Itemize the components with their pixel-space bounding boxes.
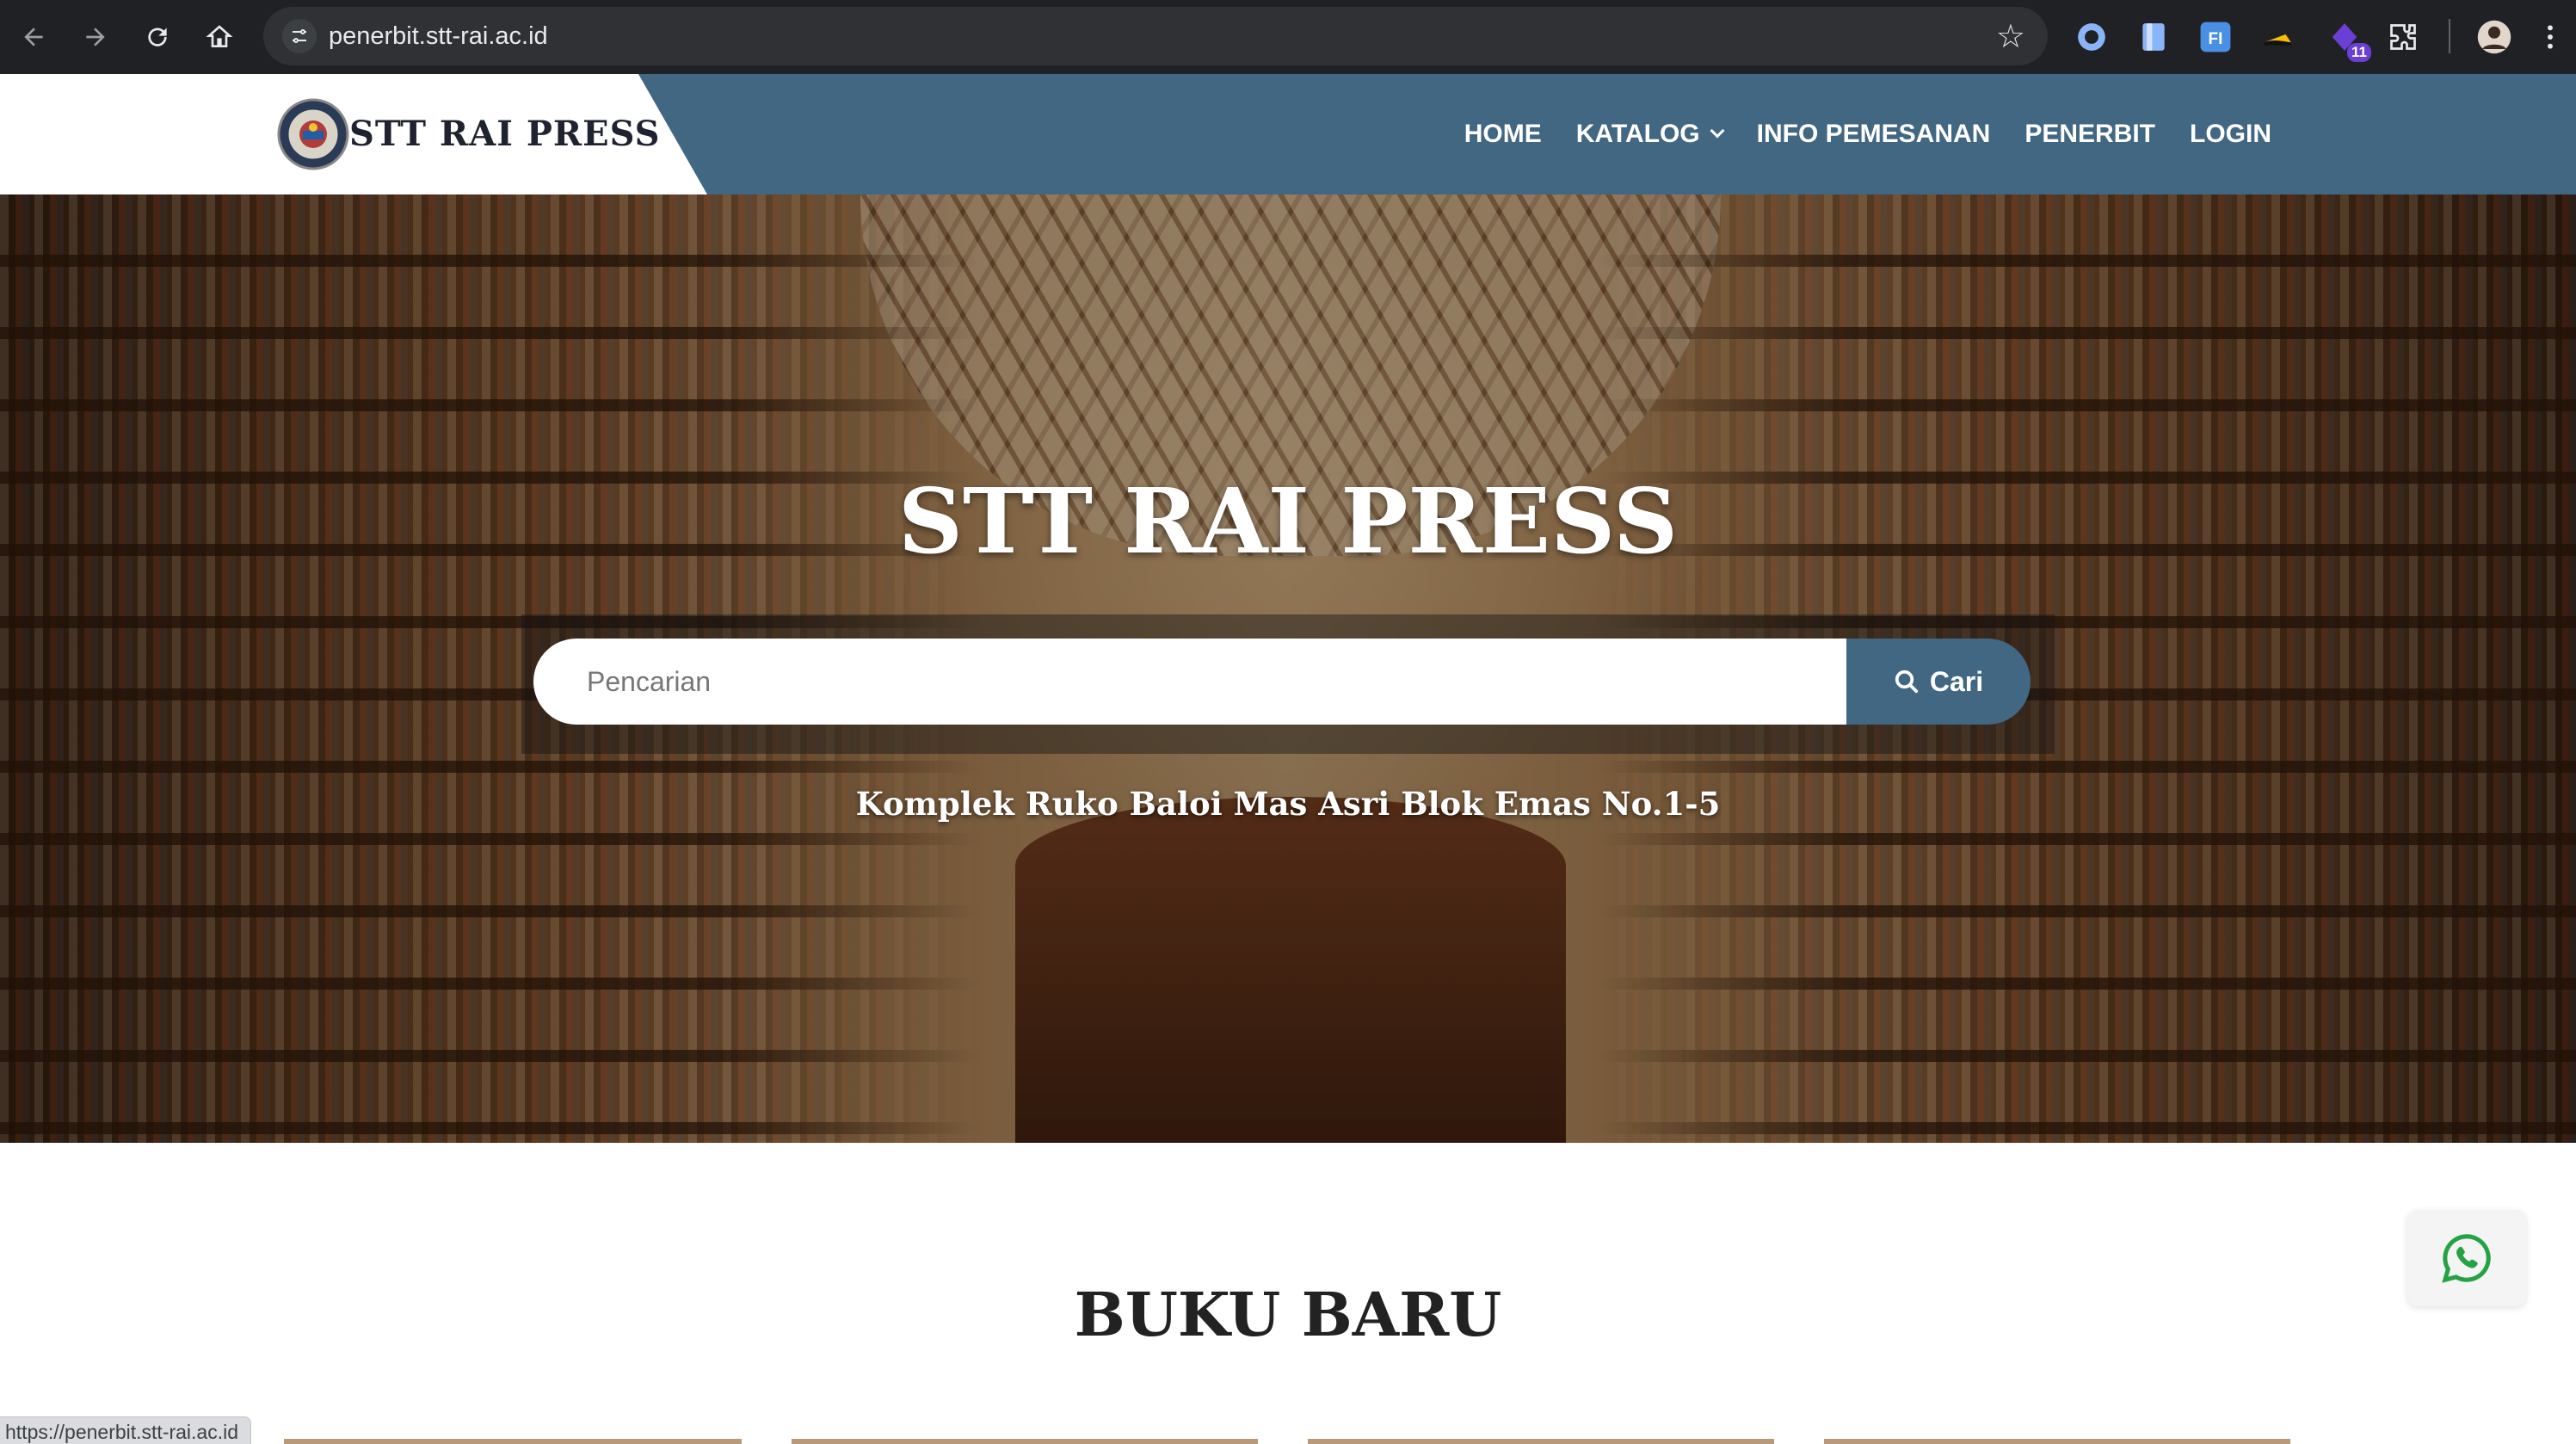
logo-emblem-icon	[277, 98, 349, 170]
document-extension-icon[interactable]	[2134, 17, 2173, 57]
search-button-label: Cari	[1929, 665, 1984, 697]
circle-extension-icon[interactable]	[2072, 17, 2111, 57]
toolbar-separator	[2449, 19, 2450, 53]
hero-title: STT RAI PRESS	[897, 468, 1679, 574]
nav-info-pemesanan[interactable]: INFO PEMESANAN	[1757, 120, 1991, 149]
logo-area[interactable]: STT RAI PRESS	[0, 74, 707, 194]
fi-extension-icon[interactable]: FI	[2196, 17, 2235, 57]
section-title-buku-baru: BUKU BARU	[1074, 1279, 1502, 1350]
back-button[interactable]	[12, 15, 55, 59]
home-icon	[206, 25, 233, 47]
hero-banner: STT RAI PRESS Cari Komplek Ruko Baloi Ma…	[0, 194, 2576, 1143]
profile-avatar[interactable]	[2474, 17, 2514, 57]
bird-extension-icon[interactable]	[2258, 17, 2297, 57]
purple-extension-icon[interactable]: 11	[2325, 17, 2371, 62]
search-input[interactable]	[533, 639, 1846, 725]
hero-address: Komplek Ruko Baloi Mas Asri Blok Emas No…	[855, 785, 1721, 823]
site-info-icon[interactable]	[282, 19, 317, 53]
forward-button[interactable]	[74, 15, 117, 59]
puzzle-extensions-icon[interactable]	[2383, 17, 2423, 57]
svg-text:FI: FI	[2209, 30, 2223, 48]
arrow-right-icon	[86, 28, 105, 46]
book-card[interactable]	[1824, 1439, 2290, 1444]
logo-text[interactable]: STT RAI PRESS	[349, 114, 661, 154]
nav-login[interactable]: LOGIN	[2190, 120, 2271, 149]
site-header: STT RAI PRESS HOME KATALOG INFO PEMESANA…	[0, 74, 2576, 194]
search-icon	[1895, 670, 1918, 694]
chevron-down-icon	[1710, 123, 1725, 139]
whatsapp-icon	[2442, 1234, 2491, 1283]
browser-toolbar: penerbit.stt-rai.ac.id ☆ FI 11	[0, 0, 2576, 74]
main-navigation: HOME KATALOG INFO PEMESANAN PENERBIT LOG…	[1464, 74, 2271, 194]
nav-home[interactable]: HOME	[1464, 120, 1542, 149]
reload-icon	[148, 28, 167, 46]
nav-katalog-label: KATALOG	[1575, 120, 1700, 148]
home-button[interactable]	[198, 15, 241, 59]
extension-badge: 11	[2347, 43, 2371, 62]
link-status-bar: https://penerbit.stt-rai.ac.id	[0, 1416, 252, 1444]
nav-penerbit[interactable]: PENERBIT	[2024, 120, 2155, 149]
whatsapp-button[interactable]	[2407, 1210, 2526, 1306]
reload-button[interactable]	[136, 15, 179, 59]
nav-katalog[interactable]: KATALOG	[1575, 120, 1725, 149]
browser-menu-button[interactable]	[2533, 15, 2567, 59]
search-button[interactable]: Cari	[1846, 639, 2031, 725]
url-text[interactable]: penerbit.stt-rai.ac.id	[329, 22, 548, 51]
address-bar[interactable]: penerbit.stt-rai.ac.id ☆	[263, 7, 2048, 65]
book-card[interactable]	[284, 1439, 742, 1444]
book-card[interactable]	[1308, 1439, 1774, 1444]
arrow-left-icon	[24, 28, 43, 46]
book-card[interactable]	[792, 1439, 1258, 1444]
bookmark-star-icon[interactable]: ☆	[1996, 17, 2025, 56]
more-vertical-icon	[2548, 25, 2553, 49]
